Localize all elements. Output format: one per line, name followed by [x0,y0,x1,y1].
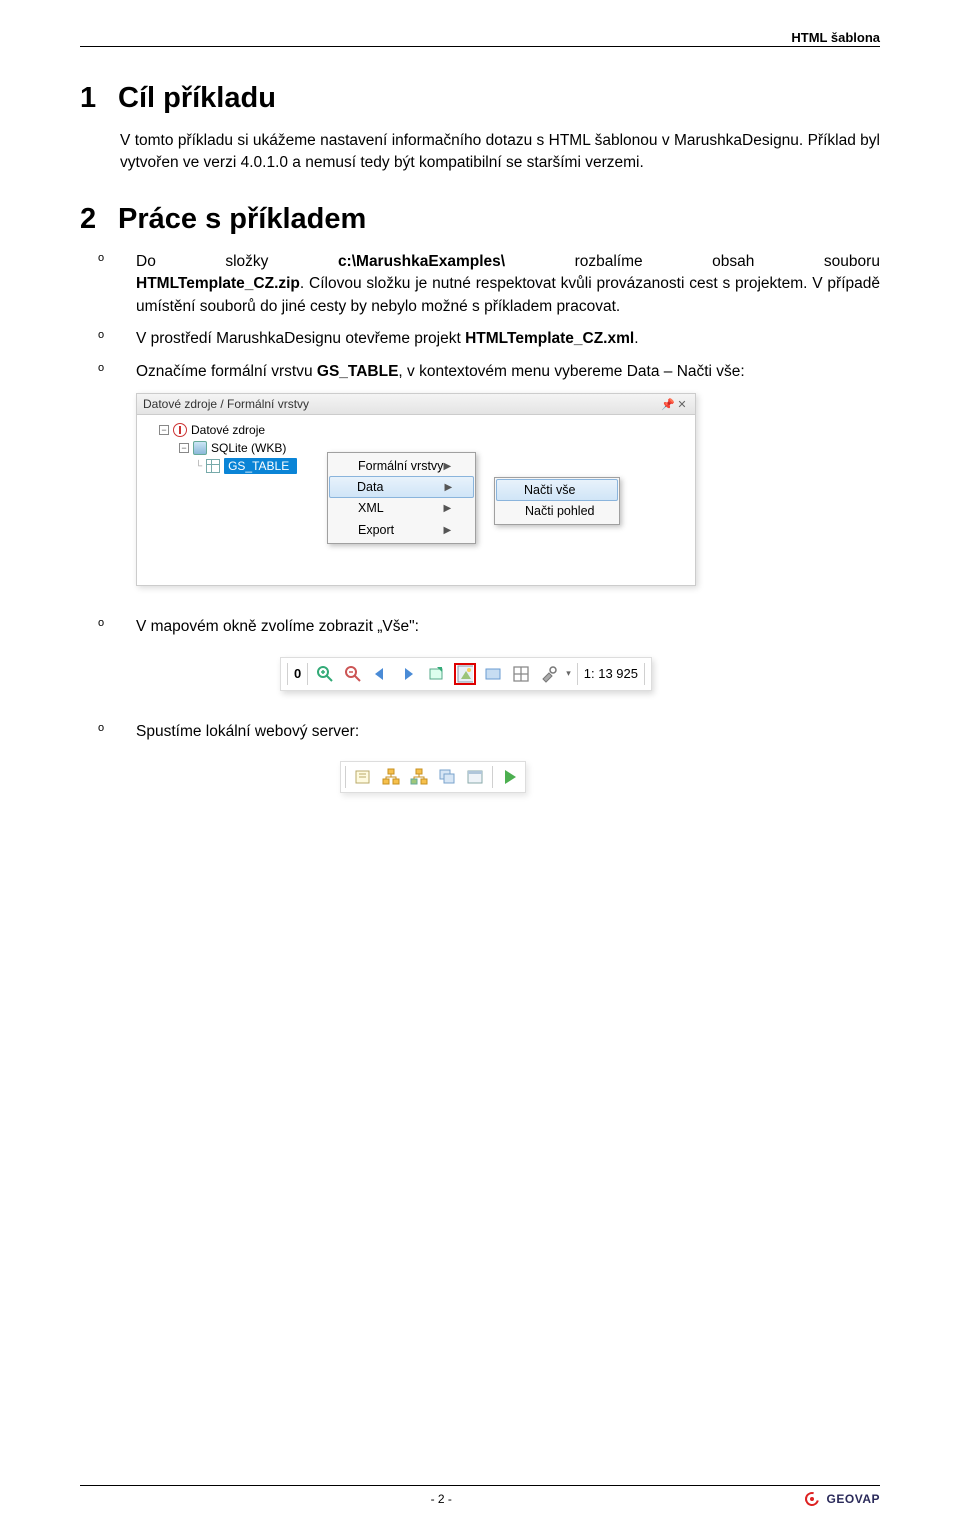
chevron-right-icon: ▶ [443,525,451,536]
close-icon[interactable]: ✕ [675,398,689,411]
zoom-in-icon[interactable] [314,663,336,685]
bullet-icon: o [98,616,104,632]
properties-icon[interactable] [352,766,374,788]
data-sources-panel: Datové zdroje / Formální vrstvy 📌 ✕ − Da… [136,393,696,586]
section-2-list: o Do složky c:\MarushkaExamples\ rozbalí… [80,251,880,383]
toolbar-scale: 1: 13 925 [584,666,638,681]
menu-item-export[interactable]: Export▶ [330,519,473,541]
map-toolbar: 0 ▾ 1: 13 925 [280,657,652,691]
chevron-right-icon: ▶ [443,503,451,514]
chevron-right-icon: ▶ [444,482,452,493]
bullet-icon: o [98,361,104,377]
zoom-out-icon[interactable] [342,663,364,685]
nav-back-icon[interactable] [370,663,392,685]
tree-node-label: SQLite (WKB) [211,441,286,455]
header-right-label: HTML šablona [791,30,880,45]
grid-icon[interactable] [510,663,532,685]
panel-titlebar: Datové zdroje / Formální vrstvy 📌 ✕ [137,394,695,415]
list-item: o Spustíme lokální webový server: [80,721,880,743]
section-2-list-cont2: o Spustíme lokální webový server: [80,721,880,743]
submenu-item-load-all[interactable]: Načti vše [496,479,618,501]
geovap-logo-icon [803,1490,821,1508]
bullet-icon: o [98,328,104,344]
context-menu: Formální vrstvy▶ Data▶ XML▶ Export▶ Načt… [327,452,476,544]
pin-icon[interactable]: 📌 [661,398,675,411]
table-icon [206,459,220,473]
page-header: HTML šablona [80,30,880,47]
hierarchy-alt-icon[interactable] [408,766,430,788]
bullet-icon: o [98,721,104,737]
footer-brand-label: GEOVAP [827,1492,880,1506]
footer-brand: GEOVAP [803,1490,880,1508]
collapse-icon[interactable]: − [159,425,169,435]
section-2-heading: 2Práce s příkladem [80,203,880,236]
section-1-heading: 1Cíl příkladu [80,82,880,115]
list-item: o Do složky c:\MarushkaExamples\ rozbalí… [80,251,880,318]
section-2-number: 2 [80,203,118,236]
show-all-icon[interactable] [454,663,476,685]
submenu-item-load-view[interactable]: Načti pohled [497,500,617,522]
list-item: o V prostředí MarushkaDesignu otevřeme p… [80,328,880,350]
tree-leaf-label-selected: GS_TABLE [224,458,297,474]
database-icon [193,441,207,455]
refresh-icon[interactable] [426,663,448,685]
tree-root-label: Datové zdroje [191,423,265,437]
play-icon[interactable] [499,766,521,788]
list-item: o Označíme formální vrstvu GS_TABLE, v k… [80,361,880,383]
tools-icon[interactable] [538,663,560,685]
chevron-right-icon: ▶ [443,461,451,472]
tree-root[interactable]: − Datové zdroje [145,421,687,439]
bullet-icon: o [98,251,104,267]
section-1-title: Cíl příkladu [118,82,276,114]
windows-icon[interactable] [436,766,458,788]
page-number: - 2 - [80,1492,803,1506]
menu-item-data[interactable]: Data▶ [329,476,474,498]
server-toolbar [340,761,526,793]
menu-item-formal-layers[interactable]: Formální vrstvy▶ [330,455,473,477]
list-item: o V mapovém okně zvolíme zobrazit „Vše": [80,616,880,638]
panel-title-label: Datové zdroje / Formální vrstvy [143,397,309,411]
menu-item-xml[interactable]: XML▶ [330,497,473,519]
datasource-icon [173,423,187,437]
collapse-icon[interactable]: − [179,443,189,453]
page-footer: - 2 - GEOVAP [80,1485,880,1508]
section-1-paragraph: V tomto příkladu si ukážeme nastavení in… [120,130,880,175]
dropdown-icon[interactable]: ▾ [566,668,571,679]
context-submenu: Načti vše Načti pohled [494,477,620,525]
section-1-number: 1 [80,82,118,115]
justified-line: Do složky c:\MarushkaExamples\ rozbalíme… [136,251,880,273]
section-2-title: Práce s příkladem [118,203,366,235]
section-2-list-cont: o V mapovém okně zvolíme zobrazit „Vše": [80,616,880,638]
browser-icon[interactable] [464,766,486,788]
tree-connector-icon: └ [195,461,202,472]
toolbar-counter: 0 [294,666,301,681]
view-rectangle-icon[interactable] [482,663,504,685]
nav-forward-icon[interactable] [398,663,420,685]
hierarchy-icon[interactable] [380,766,402,788]
